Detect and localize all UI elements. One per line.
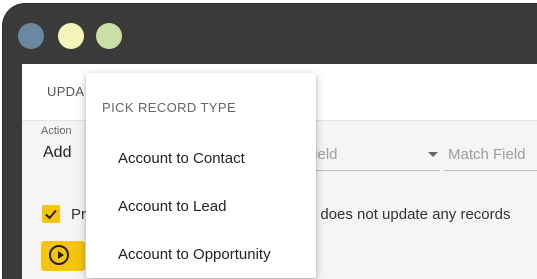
match-field-input[interactable]: Match Field [444, 140, 537, 171]
record-type-dropdown: PICK RECORD TYPE Account to Contact Acco… [86, 73, 316, 278]
run-button[interactable] [41, 241, 85, 271]
check-icon [45, 209, 57, 220]
checkbox-label-start: Pr [71, 206, 86, 223]
option-account-to-contact[interactable]: Account to Contact [118, 150, 245, 167]
update-label: UPDA [47, 84, 85, 99]
app-window: UPDA Action Add Field Match Field Pr cle… [3, 4, 537, 279]
play-circle-icon [49, 245, 69, 265]
action-caption: Action [41, 125, 72, 137]
option-account-to-lead[interactable]: Account to Lead [118, 198, 226, 215]
window-close-button[interactable] [18, 23, 44, 49]
checkbox-label-end: cle does not update any records [297, 206, 511, 223]
caret-down-icon [428, 152, 438, 157]
window-minimize-button[interactable] [58, 23, 84, 49]
window-maximize-button[interactable] [96, 23, 122, 49]
option-checkbox[interactable] [42, 205, 60, 223]
dropdown-heading: PICK RECORD TYPE [102, 100, 237, 115]
action-select[interactable]: Add [43, 144, 71, 162]
option-account-to-opportunity[interactable]: Account to Opportunity [118, 246, 271, 263]
match-field-placeholder: Match Field [448, 146, 526, 163]
